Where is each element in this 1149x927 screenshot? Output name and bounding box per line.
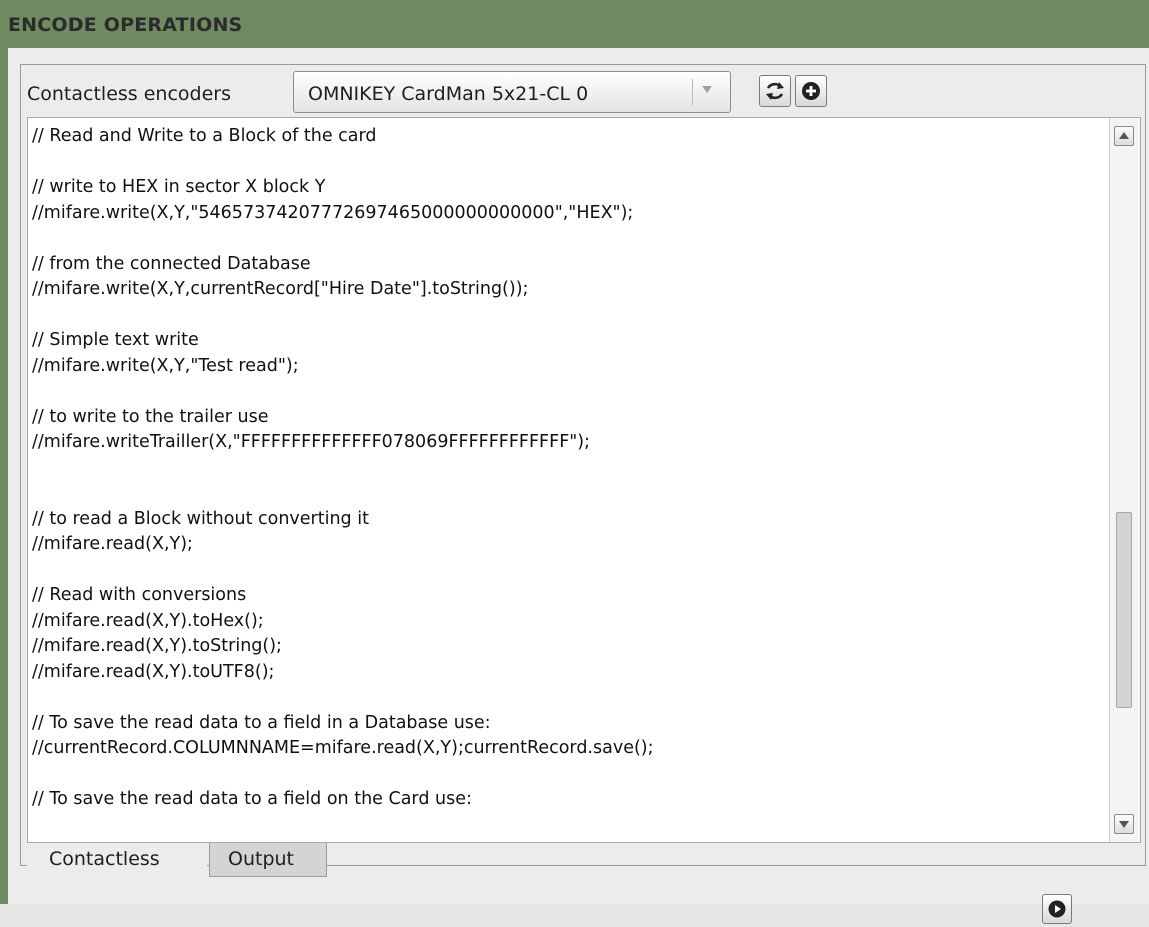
editor-scrollbar[interactable] (1109, 118, 1140, 842)
contactless-frame: Contactless encoders OMNIKEY CardMan 5x2… (20, 64, 1146, 877)
code-line: // Read with conversions (32, 585, 247, 605)
encode-operations-window: ENCODE OPERATIONS Contactless encoders O… (0, 0, 1149, 924)
code-line: // Read and Write to a Block of the card (32, 126, 377, 146)
panel-header: ENCODE OPERATIONS (0, 0, 1149, 48)
play-icon (1048, 900, 1066, 918)
code-line: //mifare.write(X,Y,"54657374207772697465… (32, 202, 634, 223)
code-line: // to write to the trailer use (32, 406, 269, 427)
refresh-button[interactable] (759, 75, 791, 107)
code-line: // to read a Block without converting it (32, 508, 369, 529)
encode-panel: Contactless encoders OMNIKEY CardMan 5x2… (8, 48, 1149, 924)
code-line: // To save the read data to a field in a… (32, 712, 491, 733)
chevron-down-icon[interactable] (702, 86, 712, 93)
scrollbar-thumb[interactable] (1116, 512, 1132, 708)
add-encoder-button[interactable] (795, 75, 827, 107)
code-line: //mifare.read(X,Y).toUTF8(); (32, 661, 275, 682)
code-line: // write to HEX in sector X block Y (32, 177, 326, 197)
arrow-up-icon (1119, 132, 1129, 139)
code-line: // Simple text write (32, 330, 199, 350)
encoder-row: Contactless encoders OMNIKEY CardMan 5x2… (21, 65, 1145, 117)
run-script-button[interactable] (1042, 894, 1072, 924)
scroll-down-button[interactable] (1114, 814, 1134, 834)
encoder-select[interactable]: OMNIKEY CardMan 5x21-CL 0 (293, 71, 731, 113)
code-line: // from the connected Database (32, 253, 311, 274)
code-line: //mifare.write(X,Y,currentRecord["Hire D… (32, 279, 529, 299)
tab-contactless[interactable]: Contactless (27, 843, 207, 877)
tab-output[interactable]: Output (209, 843, 327, 877)
add-icon (802, 82, 820, 100)
encoders-label: Contactless encoders (27, 83, 231, 105)
code-line: // To save the read data to a field on t… (32, 789, 472, 809)
code-line: //mifare.read(X,Y).toString(); (32, 636, 282, 656)
script-editor[interactable]: // Read and Write to a Block of the card… (27, 117, 1141, 843)
combo-separator (692, 79, 693, 105)
panel-title: ENCODE OPERATIONS (8, 14, 243, 36)
code-line: //mifare.read(X,Y); (32, 534, 193, 554)
encoder-select-value: OMNIKEY CardMan 5x21-CL 0 (308, 83, 589, 105)
code-line: //currentRecord.COLUMNNAME=mifare.read(X… (32, 738, 654, 758)
script-code[interactable]: // Read and Write to a Block of the card… (32, 124, 1108, 813)
code-line: //mifare.write(X,Y,"Test read"); (32, 355, 299, 376)
scroll-up-button[interactable] (1114, 126, 1134, 146)
code-line: //mifare.writeTrailler(X,"FFFFFFFFFFFFFF… (32, 432, 591, 452)
arrow-down-icon (1119, 821, 1129, 828)
bottom-tabs: Contactless Output (27, 843, 1141, 879)
code-line: //mifare.read(X,Y).toHex(); (32, 610, 264, 631)
refresh-icon (766, 82, 784, 100)
